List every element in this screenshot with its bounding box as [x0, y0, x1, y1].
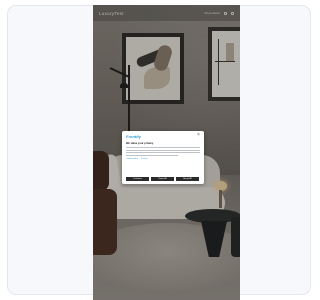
dialog-links: Cookie policy Privacy — [126, 158, 200, 160]
dialog-logo: Frontify — [126, 134, 141, 139]
cookie-policy-link[interactable]: Cookie policy — [126, 158, 138, 160]
accept-all-button[interactable]: Accept All — [176, 177, 199, 181]
dialog-body-text — [126, 147, 200, 156]
dialog-title: We value your privacy — [126, 142, 154, 145]
mobile-page-preview: LuxuryTest All products Frontify × We va… — [93, 5, 240, 300]
customize-button[interactable]: Customize — [126, 177, 149, 181]
dialog-buttons: Customize Reject All Accept All — [126, 177, 199, 181]
cookie-consent-dialog: Frontify × We value your privacy Cookie … — [122, 131, 204, 184]
close-icon[interactable]: × — [196, 133, 201, 138]
privacy-link[interactable]: Privacy — [141, 158, 148, 160]
reject-all-button[interactable]: Reject All — [151, 177, 174, 181]
